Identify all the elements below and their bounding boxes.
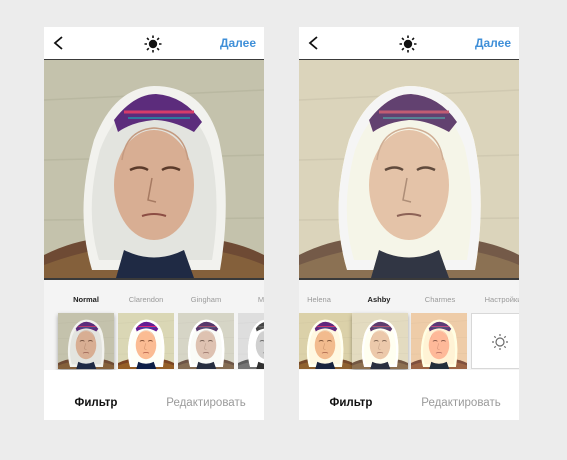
filter-name[interactable]: Настройки	[485, 295, 519, 304]
filter-thumbnail[interactable]	[178, 313, 234, 369]
filter-tray: Normal Clarendon Gingham M	[44, 280, 264, 370]
filter-name[interactable]: Normal	[73, 295, 99, 304]
sun-brightness-icon[interactable]	[143, 34, 163, 54]
settings-thumbnail[interactable]	[471, 313, 519, 369]
tab-edit[interactable]: Редактировать	[421, 397, 500, 409]
chevron-left-icon[interactable]	[50, 33, 68, 53]
phone-screen-normal: Далее Normal Clarendon Gingham M Фильтр …	[44, 27, 264, 420]
bottom-tabs: Фильтр Редактировать	[44, 370, 264, 420]
next-button[interactable]: Далее	[475, 36, 511, 50]
filter-thumbnail[interactable]	[411, 313, 467, 369]
tab-edit[interactable]: Редактировать	[166, 397, 245, 409]
sun-settings-icon	[492, 334, 508, 350]
filter-thumbnail[interactable]	[352, 313, 408, 369]
filter-name[interactable]: M	[258, 295, 264, 304]
filter-name[interactable]: Charmes	[425, 295, 455, 304]
filter-thumbnail[interactable]	[118, 313, 174, 369]
filter-name[interactable]: Helena	[307, 295, 331, 304]
filter-thumbnail[interactable]	[299, 313, 353, 369]
filter-name[interactable]: Ashby	[368, 295, 391, 304]
filter-names: Helena Ashby Charmes Настройки	[299, 295, 519, 309]
filter-tray: Helena Ashby Charmes Настройки	[299, 280, 519, 370]
top-bar: Далее	[44, 27, 264, 60]
next-button[interactable]: Далее	[220, 36, 256, 50]
filter-name[interactable]: Clarendon	[129, 295, 164, 304]
filter-thumbnail[interactable]	[58, 313, 114, 369]
top-bar: Далее	[299, 27, 519, 60]
filter-name[interactable]: Gingham	[191, 295, 221, 304]
tab-filter[interactable]: Фильтр	[330, 397, 373, 409]
filter-names: Normal Clarendon Gingham M	[44, 295, 264, 309]
bottom-tabs: Фильтр Редактировать	[299, 370, 519, 420]
filter-thumbnail[interactable]	[238, 313, 264, 369]
sun-brightness-icon[interactable]	[398, 34, 418, 54]
chevron-left-icon[interactable]	[305, 33, 323, 53]
phone-screen-ashby: Далее Helena Ashby Charmes Настройки Фил…	[299, 27, 519, 420]
photo-preview	[299, 60, 519, 278]
photo-preview	[44, 60, 264, 278]
tab-filter[interactable]: Фильтр	[75, 397, 118, 409]
